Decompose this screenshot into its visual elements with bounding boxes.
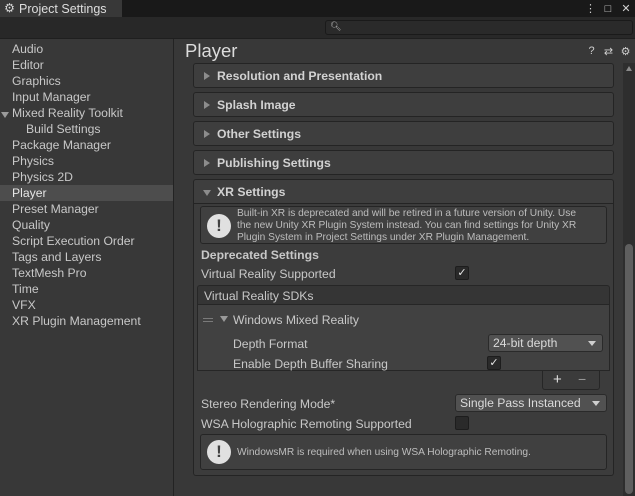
sdk-list-footer: + − <box>542 371 600 390</box>
holographic-remoting-checkbox[interactable] <box>455 416 469 430</box>
sidebar-item-physics[interactable]: Physics <box>12 153 54 169</box>
search-row: 🔍︎ <box>0 17 635 39</box>
collapsed-arrow-icon <box>204 159 210 167</box>
sidebar-item-textmesh-pro[interactable]: TextMesh Pro <box>12 265 87 281</box>
sidebar-item-tags-and-layers[interactable]: Tags and Layers <box>12 249 101 265</box>
help-icon[interactable]: ? <box>586 45 597 58</box>
maximize-icon[interactable]: □ <box>603 3 613 15</box>
stereo-rendering-dropdown[interactable]: Single Pass Instanced <box>455 394 607 412</box>
scrollbar-thumb[interactable] <box>625 244 633 494</box>
sdk-item-windows-mixed-reality[interactable]: Windows Mixed Reality <box>233 313 359 327</box>
vr-sdks-header: Virtual Reality SDKs <box>197 285 610 305</box>
expand-arrow-icon[interactable] <box>1 112 9 118</box>
title-bar: ⚙ Project Settings ⋮ □ ✕ <box>0 0 635 17</box>
gear-icon: ⚙ <box>4 1 15 15</box>
remoting-note: WindowsMR is required when using WSA Hol… <box>237 447 531 458</box>
add-sdk-button[interactable]: + <box>553 371 562 388</box>
depth-sharing-label: Enable Depth Buffer Sharing <box>233 357 388 371</box>
sidebar-item-build-settings[interactable]: Build Settings <box>26 121 101 137</box>
section-label: XR Settings <box>217 185 286 199</box>
holographic-remoting-label: WSA Holographic Remoting Supported <box>201 417 412 431</box>
warning-line: Built-in XR is deprecated and will be re… <box>237 208 576 219</box>
expanded-arrow-icon[interactable] <box>220 316 228 322</box>
vr-supported-checkbox[interactable]: ✓ <box>455 266 469 280</box>
settings-sidebar: Audio Editor Graphics Input Manager Mixe… <box>0 39 174 496</box>
section-splash-image[interactable]: Splash Image <box>193 92 614 117</box>
sidebar-item-player[interactable]: Player <box>12 185 47 201</box>
stereo-rendering-value: Single Pass Instanced <box>460 396 581 410</box>
remove-sdk-button[interactable]: − <box>578 371 586 387</box>
settings-icon[interactable]: ⚙ <box>620 45 631 58</box>
sidebar-item-audio[interactable]: Audio <box>12 41 43 57</box>
window-controls: ⋮ □ ✕ <box>585 0 631 17</box>
warning-line: Plugin System in Project Settings under … <box>237 232 530 243</box>
chevron-down-icon <box>592 401 600 406</box>
drag-handle-icon[interactable] <box>203 318 213 322</box>
warning-line: the new Unity XR Plugin System instead. … <box>237 220 577 231</box>
sidebar-item-input-manager[interactable]: Input Manager <box>12 89 91 105</box>
search-input[interactable]: 🔍︎ <box>325 20 633 35</box>
scroll-up-arrow-icon[interactable] <box>626 66 632 71</box>
warning-icon: ! <box>207 214 231 238</box>
section-label: Other Settings <box>217 127 301 141</box>
page-title: Player <box>185 40 238 61</box>
section-xr-settings[interactable]: XR Settings <box>193 179 614 204</box>
close-icon[interactable]: ✕ <box>621 2 631 15</box>
vr-sdks-label: Virtual Reality SDKs <box>204 289 314 303</box>
sidebar-item-xr-plugin-management[interactable]: XR Plugin Management <box>12 313 141 329</box>
sidebar-item-time[interactable]: Time <box>12 281 39 297</box>
stereo-rendering-label: Stereo Rendering Mode* <box>201 397 336 411</box>
sidebar-item-quality[interactable]: Quality <box>12 217 50 233</box>
sidebar-item-preset-manager[interactable]: Preset Manager <box>12 201 99 217</box>
depth-format-label: Depth Format <box>233 337 308 351</box>
deprecated-settings-heading: Deprecated Settings <box>201 248 319 262</box>
warning-message: Built-in XR is deprecated and will be re… <box>237 208 576 244</box>
project-settings-tab[interactable]: ⚙ Project Settings <box>0 0 122 17</box>
more-icon[interactable]: ⋮ <box>585 2 596 15</box>
expanded-arrow-icon <box>203 190 211 196</box>
deprecation-warning-box: ! Built-in XR is deprecated and will be … <box>200 206 607 244</box>
depth-sharing-checkbox[interactable]: ✓ <box>487 356 501 370</box>
collapsed-arrow-icon <box>204 101 210 109</box>
sidebar-item-graphics[interactable]: Graphics <box>12 73 61 89</box>
collapsed-arrow-icon <box>204 130 210 138</box>
sidebar-item-physics-2d[interactable]: Physics 2D <box>12 169 73 185</box>
sidebar-item-editor[interactable]: Editor <box>12 57 44 73</box>
depth-format-dropdown[interactable]: 24-bit depth <box>488 334 603 352</box>
sidebar-item-vfx[interactable]: VFX <box>12 297 36 313</box>
section-resolution-and-presentation[interactable]: Resolution and Presentation <box>193 63 614 88</box>
tab-title: Project Settings <box>19 1 107 16</box>
warning-icon: ! <box>207 440 231 464</box>
sidebar-item-mixed-reality-toolkit[interactable]: Mixed Reality Toolkit <box>12 105 123 121</box>
chevron-down-icon <box>588 341 596 346</box>
collapsed-arrow-icon <box>204 72 210 80</box>
presets-icon[interactable]: ⇄ <box>603 45 614 58</box>
header-icons: ? ⇄ ⚙ <box>586 45 631 58</box>
section-label: Publishing Settings <box>217 156 331 170</box>
remoting-info-box: ! WindowsMR is required when using WSA H… <box>200 434 607 470</box>
section-publishing-settings[interactable]: Publishing Settings <box>193 150 614 175</box>
sidebar-item-package-manager[interactable]: Package Manager <box>12 137 111 153</box>
section-label: Resolution and Presentation <box>217 69 383 83</box>
sidebar-item-script-execution-order[interactable]: Script Execution Order <box>12 233 135 249</box>
search-icon: 🔍︎ <box>330 21 342 31</box>
section-other-settings[interactable]: Other Settings <box>193 121 614 146</box>
depth-format-value: 24-bit depth <box>493 336 558 350</box>
section-label: Splash Image <box>217 98 296 112</box>
vr-supported-label: Virtual Reality Supported <box>201 267 336 281</box>
